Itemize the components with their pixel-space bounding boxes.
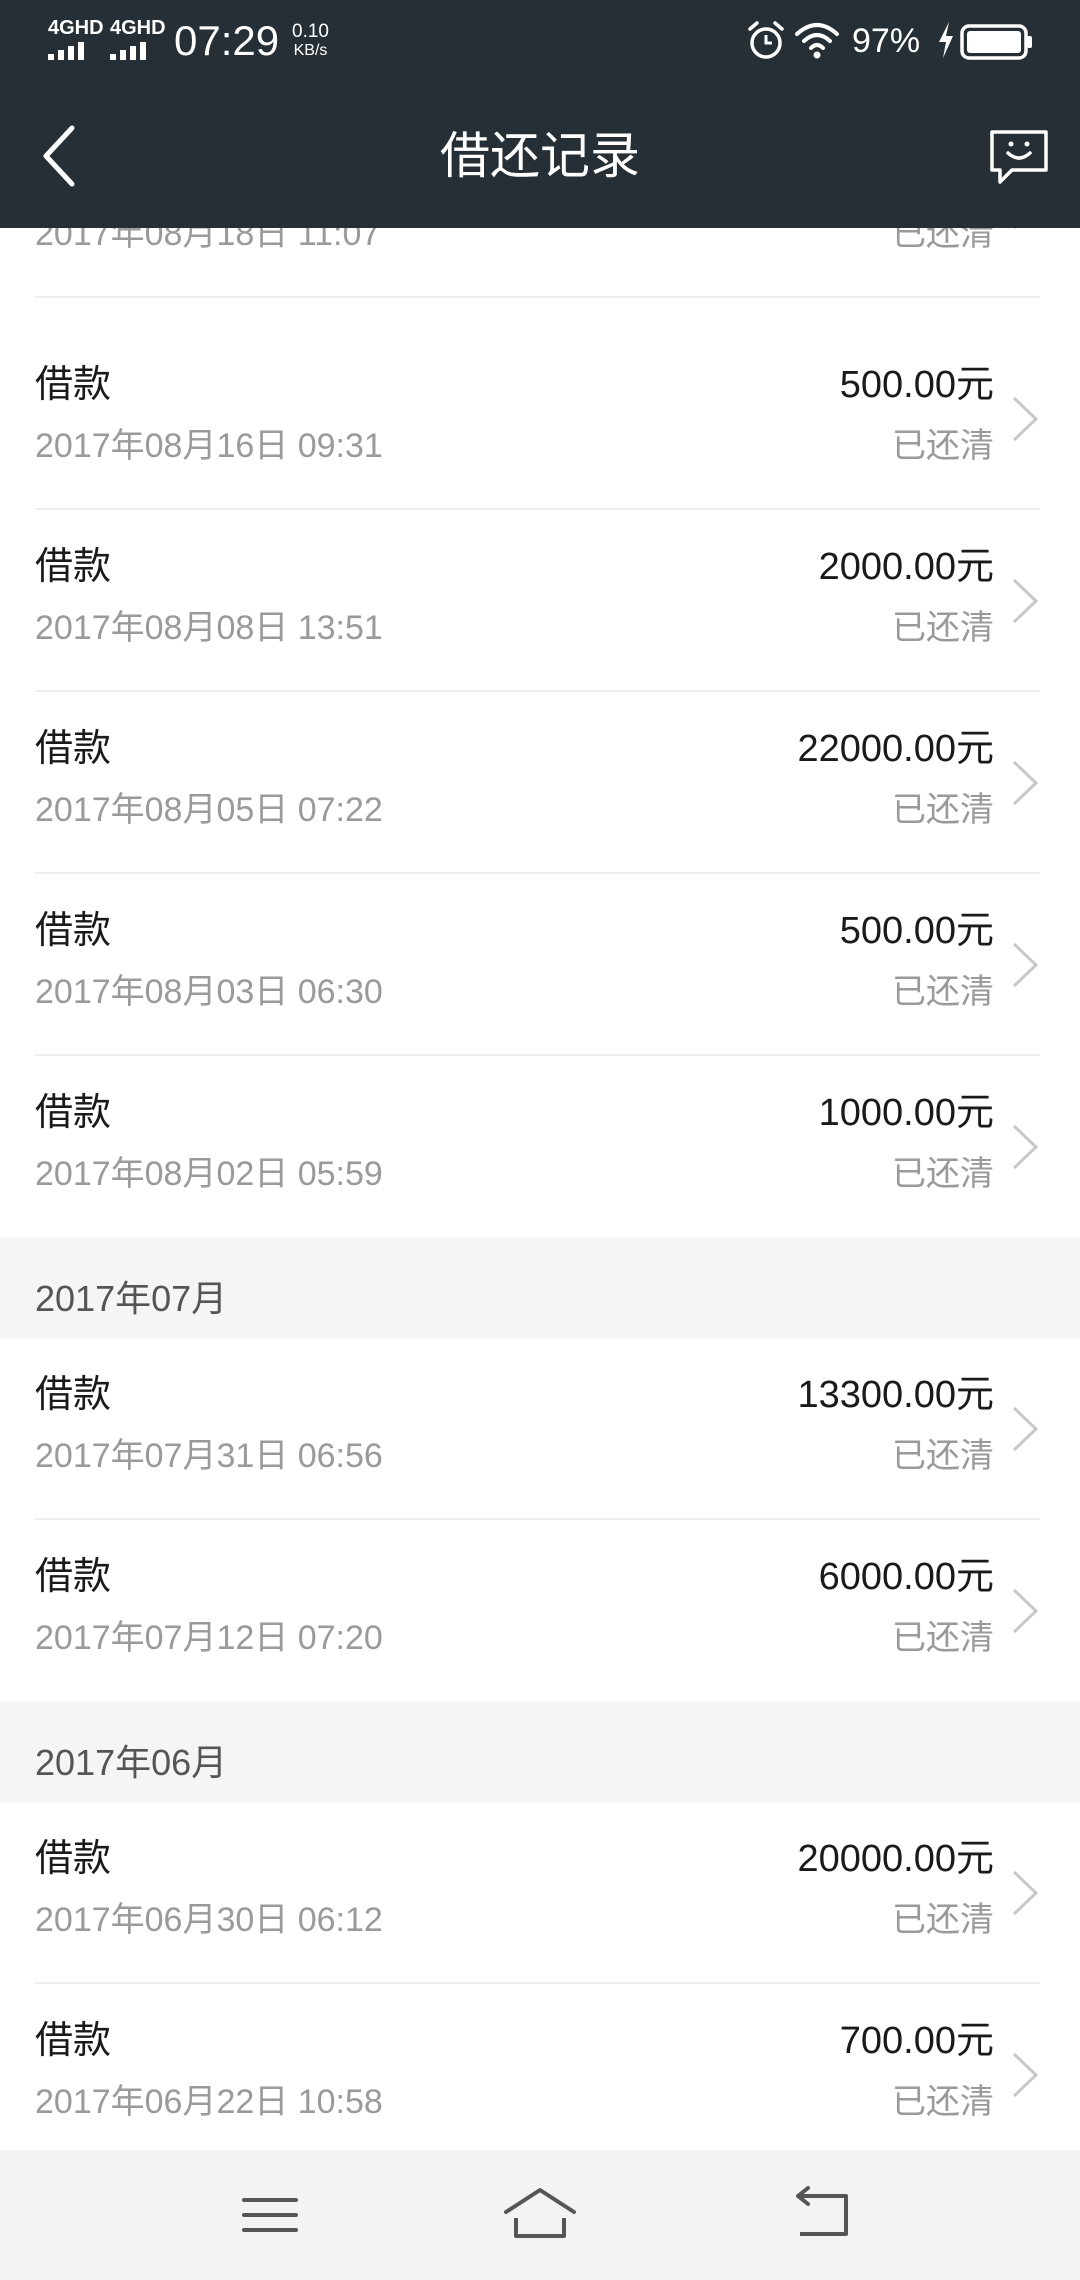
back-button[interactable] [30, 114, 90, 198]
home-icon [504, 2188, 576, 2238]
record-status: 已还清 [892, 973, 994, 1011]
screen: 4GHD 4GHD 07:29 0.10 KB/s 97% 借还记录 2017年… [0, 0, 1080, 2280]
month-label: 2017年07月 [35, 1278, 228, 1319]
record-amount: 700.00元 [839, 2020, 994, 2062]
month-header: 2017年06月 [0, 1702, 1080, 1802]
back-nav-button[interactable] [782, 2182, 862, 2248]
record-type: 借款 [35, 364, 112, 406]
record-status: 已还清 [892, 427, 994, 465]
menu-icon [242, 2198, 298, 2232]
record-row[interactable]: 借款 2017年06月22日 10:58 700.00元 已还清 [0, 1984, 1080, 2150]
record-type: 借款 [35, 1838, 112, 1880]
record-row[interactable]: 借款 2017年07月31日 06:56 13300.00元 已还清 [0, 1338, 1080, 1520]
chevron-right-icon [1012, 578, 1039, 624]
chevron-right-icon [1012, 942, 1039, 988]
record-row[interactable]: 借款 2017年06月30日 06:12 20000.00元 已还清 [0, 1802, 1080, 1984]
record-row[interactable]: 借款 2017年08月05日 07:22 22000.00元 已还清 [0, 692, 1080, 874]
chevron-right-icon [1012, 1870, 1039, 1916]
record-type: 借款 [35, 728, 112, 770]
record-date: 2017年08月02日 05:59 [35, 1155, 383, 1193]
record-amount: 500.00元 [839, 364, 994, 406]
record-status: 已还清 [892, 228, 994, 253]
app-header: 借还记录 [0, 84, 1080, 228]
home-button[interactable] [500, 2182, 580, 2248]
chat-smile-icon [990, 130, 1048, 184]
record-amount: 13300.00元 [797, 1374, 995, 1416]
chevron-right-icon [1012, 1588, 1039, 1634]
system-nav-bar [0, 2150, 1080, 2280]
record-date: 2017年08月05日 07:22 [35, 791, 383, 829]
record-type: 借款 [35, 1092, 112, 1134]
chevron-right-icon [1012, 1124, 1039, 1170]
network-speed-value: 0.10 [292, 21, 329, 42]
record-row[interactable]: 借款 2017年07月12日 07:20 6000.00元 已还清 [0, 1520, 1080, 1702]
record-date: 2017年07月31日 06:56 [35, 1437, 383, 1475]
record-row[interactable]: 借款 2017年08月08日 13:51 2000.00元 已还清 [0, 510, 1080, 692]
record-status: 已还清 [892, 609, 994, 647]
battery-icon [960, 24, 1032, 60]
month-label: 2017年06月 [35, 1742, 228, 1783]
record-amount: 20000.00元 [797, 1838, 995, 1880]
network-speed-unit: KB/s [293, 42, 328, 59]
status-bar: 4GHD 4GHD 07:29 0.10 KB/s 97% [0, 0, 1080, 84]
signal-icon-2: 4GHD [110, 18, 166, 62]
chevron-right-icon [1012, 760, 1039, 806]
record-row[interactable]: 借款 2017年08月02日 05:59 1000.00元 已还清 [0, 1056, 1080, 1238]
record-date: 2017年08月16日 09:31 [35, 427, 383, 465]
record-status: 已还清 [892, 1619, 994, 1657]
record-date: 2017年08月03日 06:30 [35, 973, 383, 1011]
alarm-icon [748, 21, 784, 59]
wifi-icon [795, 23, 839, 59]
chevron-right-icon [1012, 396, 1039, 442]
charging-icon [939, 22, 953, 58]
record-amount: 500.00元 [839, 910, 994, 952]
record-amount: 6000.00元 [818, 1556, 994, 1598]
record-amount: 1000.00元 [818, 1092, 994, 1134]
record-status: 已还清 [892, 2083, 994, 2121]
battery-percent: 97% [852, 22, 921, 60]
page-title: 借还记录 [440, 128, 640, 184]
record-date: 2017年06月30日 06:12 [35, 1901, 383, 1939]
record-status: 已还清 [892, 1155, 994, 1193]
chevron-left-icon [43, 125, 75, 187]
menu-button[interactable] [230, 2182, 310, 2248]
chevron-right-icon [1012, 2052, 1039, 2098]
status-time: 07:29 [174, 17, 280, 64]
record-status: 已还清 [892, 1437, 994, 1475]
record-date: 2017年08月08日 13:51 [35, 609, 383, 647]
record-type: 借款 [35, 2020, 112, 2062]
record-date: 2017年06月22日 10:58 [35, 2083, 383, 2121]
back-arrow-icon [796, 2186, 848, 2236]
record-date: 2017年08月18日 11:07 [35, 228, 381, 253]
network-type-2: 4GHD [110, 17, 166, 39]
record-amount: 2000.00元 [818, 546, 994, 588]
record-row[interactable]: 借款 2017年08月03日 06:30 500.00元 已还清 [0, 874, 1080, 1056]
record-amount: 22000.00元 [797, 728, 995, 770]
message-button[interactable] [986, 124, 1052, 190]
record-list[interactable]: 2017年08月18日 11:07 已还清 借款 2017年08月16日 09:… [0, 228, 1080, 2150]
chevron-right-icon [1014, 228, 1017, 230]
record-type: 借款 [35, 546, 112, 588]
record-status: 已还清 [892, 1901, 994, 1939]
month-header: 2017年07月 [0, 1238, 1080, 1338]
record-date: 2017年07月12日 07:20 [35, 1619, 383, 1657]
signal-icon-1: 4GHD [48, 18, 104, 62]
record-type: 借款 [35, 1556, 112, 1598]
record-status: 已还清 [892, 791, 994, 829]
chevron-right-icon [1012, 1406, 1039, 1452]
record-row-partial[interactable]: 2017年08月18日 11:07 已还清 [0, 228, 1080, 298]
network-speed: 0.10 KB/s [292, 22, 329, 60]
record-row[interactable]: 借款 2017年08月16日 09:31 500.00元 已还清 [0, 328, 1080, 510]
record-type: 借款 [35, 910, 112, 952]
row-divider [35, 296, 1040, 298]
network-type-1: 4GHD [48, 17, 104, 39]
record-type: 借款 [35, 1374, 112, 1416]
